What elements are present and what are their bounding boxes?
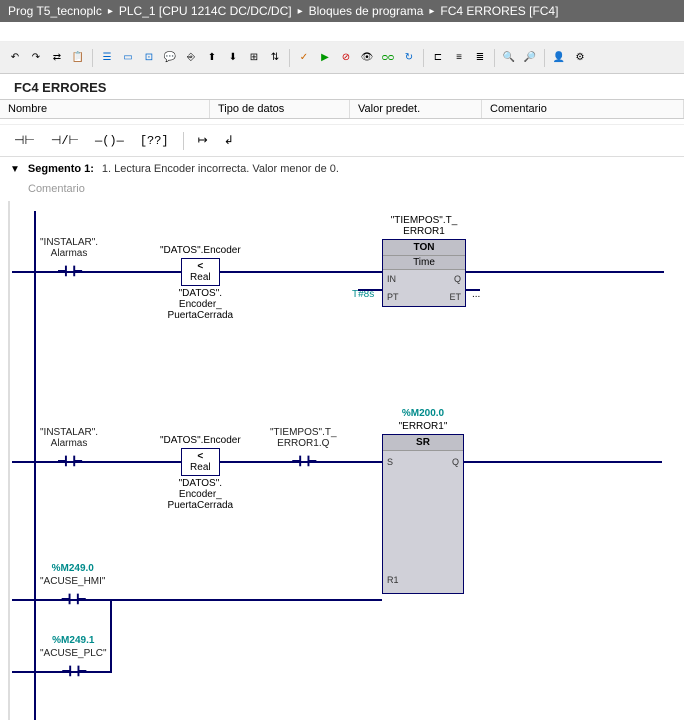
contact-address: %M249.1 <box>52 635 94 646</box>
segment-header[interactable]: ▼ Segmento 1: 1. Lectura Encoder incorre… <box>0 157 684 181</box>
tool-insert-icon[interactable]: ⎆ <box>182 49 200 67</box>
tool-undo-icon[interactable]: ↶ <box>6 49 24 67</box>
sr-title: SR <box>383 435 463 451</box>
col-type[interactable]: Tipo de datos <box>210 100 350 118</box>
tool-glasses-icon[interactable]: ᴑᴑ <box>379 49 397 67</box>
breadcrumb-item[interactable]: Bloques de programa <box>309 4 424 18</box>
ton-instance: "TIEMPOS".T_ ERROR1 <box>382 215 466 237</box>
contact-label: "TIEMPOS".T_ ERROR1.Q <box>270 427 337 449</box>
breadcrumb-item[interactable]: Prog T5_tecnoplc <box>8 4 102 18</box>
compare-type: Real <box>190 272 211 283</box>
breadcrumb-sep: ▸ <box>429 6 434 17</box>
ton-type: Time <box>383 256 465 270</box>
contact-label: "INSTALAR". Alarmas <box>40 237 98 259</box>
contact-symbol-icon: ⊣ ⊢ <box>61 589 84 609</box>
tool-kop-icon[interactable]: ⊞ <box>245 49 263 67</box>
ton-title: TON <box>383 240 465 256</box>
tool-down-icon[interactable]: ⬇ <box>224 49 242 67</box>
contact-no[interactable]: "TIEMPOS".T_ ERROR1.Q ⊣ ⊢ <box>270 427 337 471</box>
power-rail <box>34 211 36 720</box>
box-icon[interactable]: [??] <box>136 132 173 150</box>
sr-block[interactable]: %M200.0 "ERROR1" SR S Q R1 <box>382 408 464 594</box>
tool-go-icon[interactable]: ▶ <box>316 49 334 67</box>
collapse-icon[interactable]: ▼ <box>10 164 20 175</box>
tool-replace-icon[interactable]: 🔎 <box>521 49 539 67</box>
instruction-bar: ⊣⊢ ⊣/⊢ —()— [??] ↦ ↲ <box>0 125 684 157</box>
contact-no[interactable]: %M249.1 "ACUSE_PLC" ⊣ ⊢ <box>40 635 107 681</box>
tool-window-icon[interactable]: ⊡ <box>140 49 158 67</box>
pin-et: ET <box>449 292 461 302</box>
contact-label: "INSTALAR". Alarmas <box>40 427 98 449</box>
toolbar: ↶ ↷ ⇄ 📋 ☰ ▭ ⊡ 💬 ⎆ ⬆ ⬇ ⊞ ⇅ ✓ ▶ ⊘ 👁 ᴑᴑ ↻ ⊏… <box>0 42 684 74</box>
interface-table-header: Nombre Tipo de datos Valor predet. Comen… <box>0 99 684 119</box>
sr-instance: "ERROR1" <box>382 421 464 432</box>
breadcrumb: Prog T5_tecnoplc ▸ PLC_1 [CPU 1214C DC/D… <box>0 0 684 22</box>
tool-toggle-icon[interactable]: ⇅ <box>266 49 284 67</box>
pin-r1: R1 <box>387 575 399 585</box>
segment-desc: 1. Lectura Encoder incorrecta. Valor men… <box>102 163 339 175</box>
contact-symbol-icon: ⊣ ⊢ <box>58 261 81 281</box>
col-comment[interactable]: Comentario <box>482 100 684 118</box>
compare-in1: "DATOS".Encoder <box>160 435 241 446</box>
pin-in: IN <box>387 274 399 284</box>
pin-q: Q <box>452 457 459 467</box>
compare-in2: "DATOS". Encoder_ PuertaCerrada <box>168 288 234 321</box>
tool-paste-icon[interactable]: 📋 <box>69 49 87 67</box>
tool-up-icon[interactable]: ⬆ <box>203 49 221 67</box>
contact-no[interactable]: "INSTALAR". Alarmas ⊣ ⊢ <box>40 237 98 281</box>
tool-sync-icon[interactable]: ⇄ <box>48 49 66 67</box>
tool-settings-icon[interactable]: ⚙ <box>571 49 589 67</box>
compare-in2: "DATOS". Encoder_ PuertaCerrada <box>168 478 234 511</box>
contact-nc-icon[interactable]: ⊣/⊢ <box>47 131 83 150</box>
col-default[interactable]: Valor predet. <box>350 100 482 118</box>
segment-label: Segmento 1: <box>28 163 94 175</box>
pin-q: Q <box>449 274 461 284</box>
tool-list-icon[interactable]: ☰ <box>98 49 116 67</box>
tool-find-icon[interactable]: 🔍 <box>500 49 518 67</box>
contact-no[interactable]: "INSTALAR". Alarmas ⊣ ⊢ <box>40 427 98 471</box>
breadcrumb-item[interactable]: PLC_1 [CPU 1214C DC/DC/DC] <box>119 4 292 18</box>
tool-bracket-icon[interactable]: ⊏ <box>429 49 447 67</box>
tool-check-icon[interactable]: ✓ <box>295 49 313 67</box>
compare-in1: "DATOS".Encoder <box>160 245 241 256</box>
branch-icon[interactable]: ↦ <box>194 131 212 150</box>
ladder-network[interactable]: "INSTALAR". Alarmas ⊣ ⊢ "DATOS".Encoder … <box>8 201 684 720</box>
breadcrumb-sep: ▸ <box>108 6 113 17</box>
compare-block[interactable]: "DATOS".Encoder < Real "DATOS". Encoder_… <box>160 435 241 511</box>
compare-type: Real <box>190 462 211 473</box>
contact-address: %M249.0 <box>52 563 94 574</box>
contact-symbol-icon: ⊣ ⊢ <box>62 661 85 681</box>
tool-redo-icon[interactable]: ↷ <box>27 49 45 67</box>
contact-no-icon[interactable]: ⊣⊢ <box>10 131 39 150</box>
contact-label: "ACUSE_PLC" <box>40 648 107 659</box>
branch-close-icon[interactable]: ↲ <box>220 131 238 150</box>
col-name[interactable]: Nombre <box>0 100 210 118</box>
sr-address: %M200.0 <box>382 408 464 419</box>
tool-user-icon[interactable]: 👤 <box>550 49 568 67</box>
ton-block[interactable]: "TIEMPOS".T_ ERROR1 TON Time IN PT Q ET … <box>382 215 466 307</box>
segment-comment[interactable]: Comentario <box>0 181 684 201</box>
contact-symbol-icon: ⊣ ⊢ <box>292 451 315 471</box>
coil-icon[interactable]: —()— <box>91 132 128 150</box>
tool-indent-icon[interactable]: ≡ <box>450 49 468 67</box>
compare-op: < <box>190 261 211 272</box>
breadcrumb-sep: ▸ <box>298 6 303 17</box>
tool-comment-icon[interactable]: 💬 <box>161 49 179 67</box>
tool-outdent-icon[interactable]: ≣ <box>471 49 489 67</box>
contact-label: "ACUSE_HMI" <box>40 576 105 587</box>
compare-op: < <box>190 451 211 462</box>
contact-no[interactable]: %M249.0 "ACUSE_HMI" ⊣ ⊢ <box>40 563 105 609</box>
contact-symbol-icon: ⊣ ⊢ <box>58 451 81 471</box>
pin-s: S <box>387 457 393 467</box>
tool-monitor-icon[interactable]: 👁 <box>358 49 376 67</box>
breadcrumb-item[interactable]: FC4 ERRORES [FC4] <box>440 4 558 18</box>
tool-refresh-icon[interactable]: ↻ <box>400 49 418 67</box>
block-title: FC4 ERRORES <box>0 74 684 99</box>
tool-box-icon[interactable]: ▭ <box>119 49 137 67</box>
compare-block[interactable]: "DATOS".Encoder < Real "DATOS". Encoder_… <box>160 245 241 321</box>
pin-pt: PT <box>387 292 399 302</box>
tool-stop-icon[interactable]: ⊘ <box>337 49 355 67</box>
